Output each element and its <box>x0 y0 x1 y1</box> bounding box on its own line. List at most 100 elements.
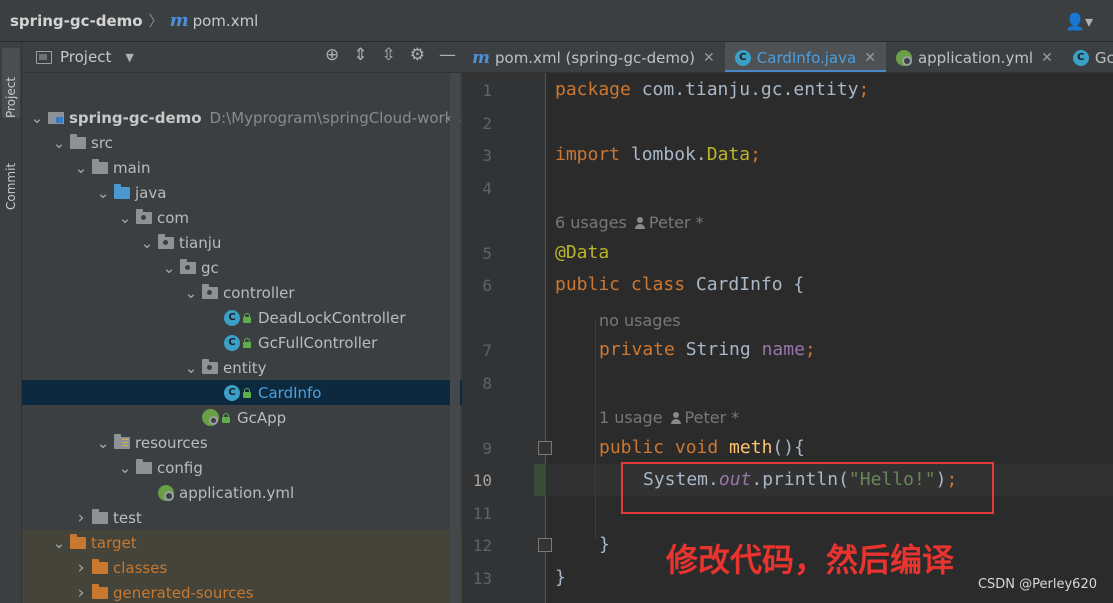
tree-item-resources[interactable]: ⌄ resources <box>22 430 462 455</box>
tree-item-tianju[interactable]: ⌄ tianju <box>22 230 462 255</box>
class-icon: C <box>224 309 240 326</box>
hide-icon[interactable]: — <box>439 45 456 65</box>
person-icon <box>634 217 645 229</box>
spring-boot-icon <box>202 409 219 426</box>
tree-item-gcapp[interactable]: ›GcApp <box>22 405 462 430</box>
navigation-bar: spring-gc-demo 〉 m pom.xml 👤▾ <box>0 0 1113 42</box>
fold-marker-icon[interactable] <box>538 538 552 552</box>
chevron-right-icon[interactable]: › <box>74 558 88 578</box>
tab-gcfull[interactable]: C GcF <box>1063 42 1113 72</box>
tree-item-deadlockcontroller[interactable]: ›CDeadLockController <box>22 305 462 330</box>
line-number: 11 <box>472 504 492 523</box>
collapse-all-icon[interactable]: ⇳ <box>382 45 396 65</box>
close-icon[interactable]: ✕ <box>703 50 715 66</box>
close-icon[interactable]: ✕ <box>1041 50 1053 66</box>
chevron-down-icon[interactable]: ⌄ <box>74 159 88 177</box>
chevron-down-icon[interactable]: ⌄ <box>118 209 132 227</box>
chevron-down-icon[interactable]: ⌄ <box>184 359 198 377</box>
chevron-down-icon[interactable]: ⌄ <box>96 434 110 452</box>
expand-all-icon[interactable]: ⇕ <box>353 45 367 65</box>
locate-icon[interactable]: ⊕ <box>325 45 339 65</box>
chevron-down-icon[interactable]: ▼ <box>125 51 133 64</box>
tree-item-label: java <box>135 183 167 202</box>
tree-item-main[interactable]: ⌄ main <box>22 155 462 180</box>
method-usage-hint[interactable]: 1 usage Peter * <box>599 408 739 427</box>
chevron-down-icon[interactable]: ⌄ <box>162 259 176 277</box>
tree-item-entity[interactable]: ⌄ entity <box>22 355 462 380</box>
tab-pom-xml[interactable]: m pom.xml (spring-gc-demo) ✕ <box>462 42 725 72</box>
chevron-down-icon[interactable]: ⌄ <box>118 459 132 477</box>
code-line-9: public void meth(){ <box>599 437 805 458</box>
class-icon: C <box>1072 49 1089 66</box>
panel-scrollbar[interactable] <box>450 73 460 603</box>
line-number-current: 10 <box>472 471 492 490</box>
tree-item-test[interactable]: › test <box>22 505 462 530</box>
tree-item-label: controller <box>223 283 295 302</box>
tree-item-label: config <box>157 458 203 477</box>
project-path: D:\Myprogram\springCloud-works <box>209 108 462 127</box>
close-icon[interactable]: ✕ <box>864 50 876 66</box>
vcs-change-marker[interactable] <box>534 464 546 496</box>
tree-item-spring-gc-demo[interactable]: ⌄ spring-gc-demo D:\Myprogram\springCloud-… <box>22 105 462 130</box>
tab-application-yml[interactable]: application.yml ✕ <box>886 42 1063 72</box>
tree-item-controller[interactable]: ⌄ controller <box>22 280 462 305</box>
resources-folder-icon <box>114 433 130 449</box>
class-icon: C <box>224 334 240 351</box>
code-line-13: } <box>555 567 566 588</box>
tree-item-com[interactable]: ⌄ com <box>22 205 462 230</box>
package-icon <box>202 283 218 299</box>
lock-icon <box>242 312 252 323</box>
fold-marker-icon[interactable] <box>538 441 552 455</box>
tree-item-src[interactable]: ⌄ src <box>22 130 462 155</box>
tree-item-label: application.yml <box>179 483 295 502</box>
project-tool-tab[interactable]: Project <box>2 48 20 118</box>
chevron-down-icon[interactable]: ⌄ <box>140 234 154 252</box>
code-line-7: private String name; <box>599 339 816 360</box>
chevron-down-icon[interactable]: ⌄ <box>30 109 44 127</box>
chevron-down-icon[interactable]: ⌄ <box>52 134 66 152</box>
tree-item-gc[interactable]: ⌄ gc <box>22 255 462 280</box>
line-number: 3 <box>482 146 492 165</box>
chevron-down-icon[interactable]: ⌄ <box>96 184 110 202</box>
user-icon[interactable]: 👤▾ <box>1065 12 1093 31</box>
tree-item-label: classes <box>113 558 168 577</box>
chevron-down-icon[interactable]: ⌄ <box>184 284 198 302</box>
editor-gutter[interactable]: 1 2 3 4 5 6 7 8 9 10 11 12 13 <box>462 73 546 603</box>
tab-label: GcF <box>1094 48 1113 67</box>
line-number: 12 <box>472 536 492 555</box>
breadcrumb-separator: 〉 <box>148 12 164 30</box>
tree-item-label: DeadLockController <box>258 308 406 327</box>
tab-label: application.yml <box>917 48 1034 67</box>
code-line-3: import lombok.Data; <box>555 144 761 165</box>
field-usage-hint[interactable]: no usages <box>599 311 681 330</box>
tree-item-generated-sources[interactable]: › generated-sources <box>22 580 462 603</box>
breadcrumb-project[interactable]: spring-gc-demo <box>10 12 143 30</box>
gear-icon[interactable]: ⚙ <box>410 45 425 65</box>
watermark: CSDN @Perley620 <box>977 577 1097 592</box>
project-view-label[interactable]: Project <box>60 48 111 66</box>
tree-item-application-yml[interactable]: ›application.yml <box>22 480 462 505</box>
tree-item-config[interactable]: ⌄ config <box>22 455 462 480</box>
tab-cardinfo-java[interactable]: C CardInfo.java ✕ <box>724 42 887 72</box>
line-number: 7 <box>482 341 492 360</box>
tree-item-label: gc <box>201 258 219 277</box>
chevron-down-icon[interactable]: ⌄ <box>52 534 66 552</box>
package-icon <box>180 258 196 274</box>
tree-item-java[interactable]: ⌄ java <box>22 180 462 205</box>
tree-item-classes[interactable]: › classes <box>22 555 462 580</box>
tree-item-cardinfo[interactable]: ›CCardInfo <box>22 380 462 405</box>
code-editor[interactable]: 1 2 3 4 5 6 7 8 9 10 11 12 13 package co… <box>462 73 1113 603</box>
code-line-12: } <box>599 534 610 555</box>
tree-item-label: test <box>113 508 142 527</box>
tree-item-gcfullcontroller[interactable]: ›CGcFullController <box>22 330 462 355</box>
class-usage-hint[interactable]: 6 usages Peter * <box>555 213 704 232</box>
chevron-right-icon[interactable]: › <box>74 583 88 603</box>
chevron-right-icon[interactable]: › <box>74 508 88 528</box>
project-panel-header: Project ▼ ⊕ ⇕ ⇳ ⚙ — <box>22 42 462 73</box>
commit-tool-tab[interactable]: Commit <box>2 138 20 210</box>
yaml-icon <box>895 49 912 66</box>
tree-item-target[interactable]: ⌄ target <box>22 530 462 555</box>
code-line-6: public class CardInfo { <box>555 274 805 295</box>
folder-icon <box>92 158 108 174</box>
breadcrumb-file[interactable]: pom.xml <box>193 12 259 30</box>
